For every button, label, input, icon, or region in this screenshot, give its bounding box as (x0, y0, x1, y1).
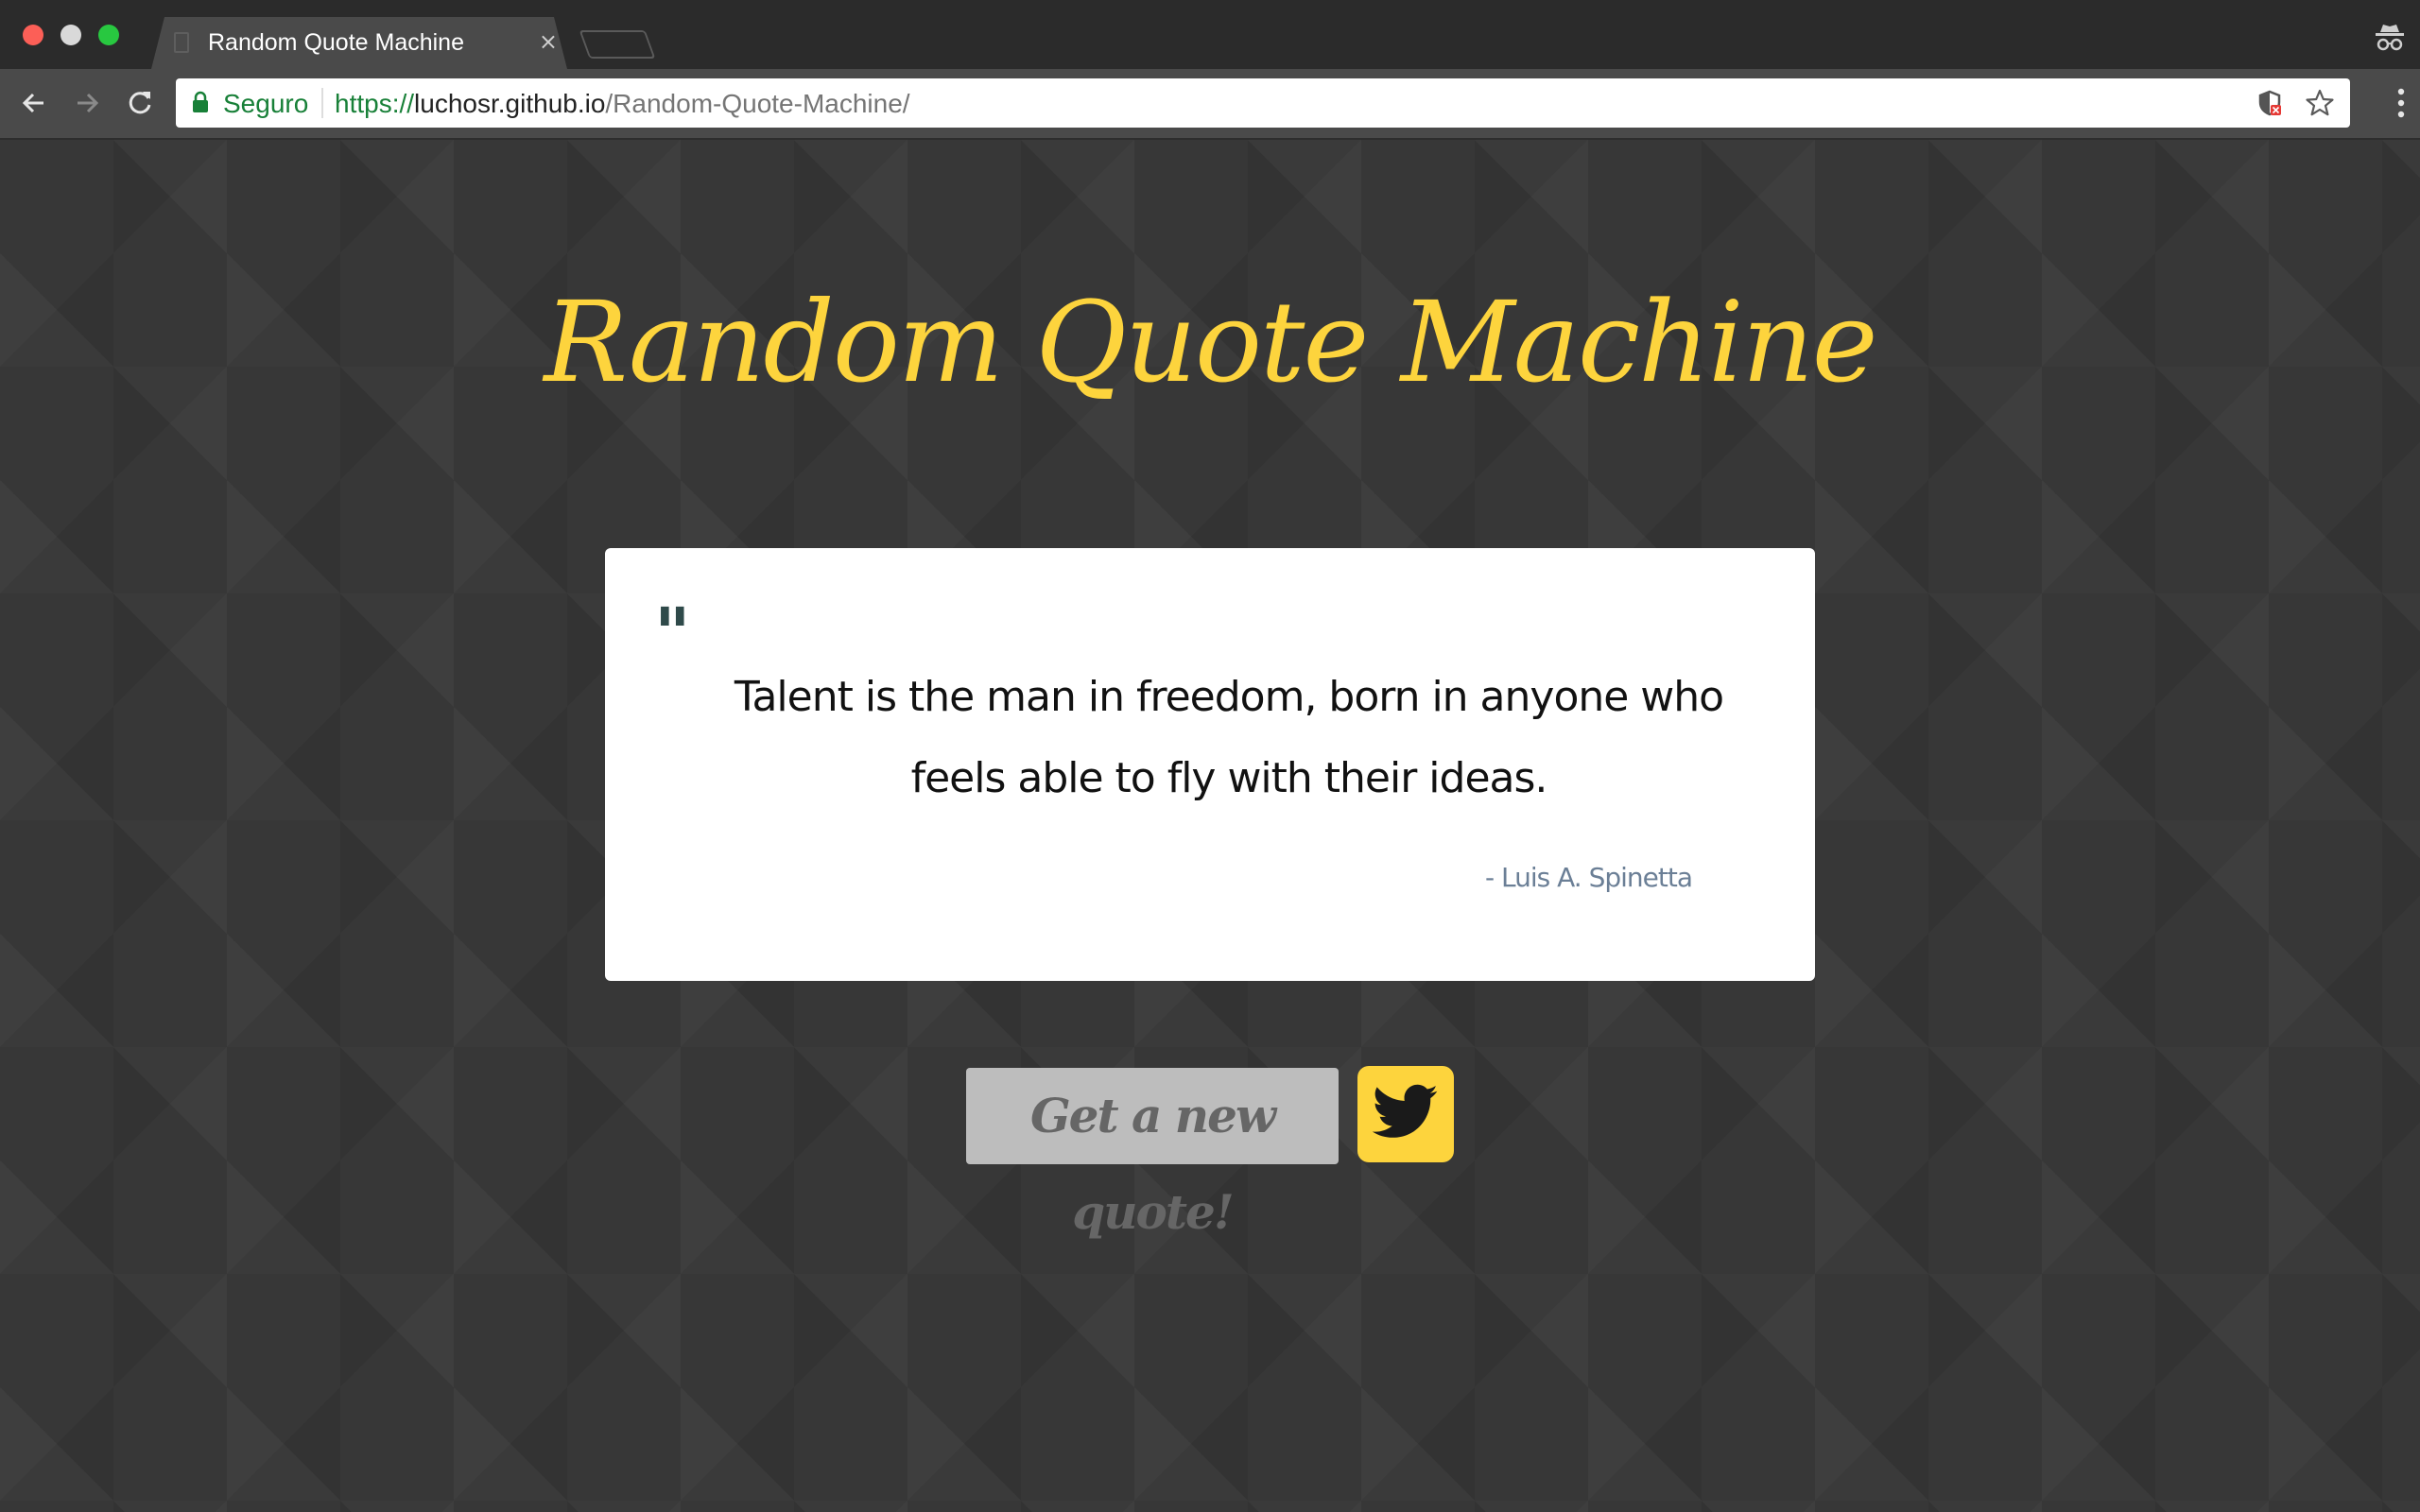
browser-toolbar: Seguro https://luchosr.github.io/Random-… (0, 69, 2420, 140)
window-minimize-button[interactable] (60, 25, 81, 45)
tab-title: Random Quote Machine (208, 29, 464, 56)
page-content: Random Quote Machine " Talent is the man… (0, 140, 2420, 1512)
tab-random-quote-machine[interactable]: Random Quote Machine × (151, 17, 567, 69)
star-icon[interactable] (2305, 88, 2335, 118)
window-maximize-button[interactable] (98, 25, 119, 45)
lock-icon (193, 91, 208, 112)
quote-card: " Talent is the man in freedom, born in … (605, 548, 1815, 981)
tab-strip: Random Quote Machine × (0, 0, 2420, 69)
quote-author: - Luis A. Spinetta (1484, 862, 1693, 893)
arrow-left-icon[interactable] (15, 84, 53, 122)
quote-text: Talent is the man in freedom, born in an… (734, 673, 1724, 802)
url-text[interactable]: https://luchosr.github.io/Random-Quote-M… (335, 89, 910, 119)
url-host: luchosr.github.io (414, 89, 606, 118)
incognito-icon (2376, 25, 2404, 51)
arrow-right-icon[interactable] (68, 84, 106, 122)
tab-close-icon[interactable]: × (539, 28, 558, 55)
tweet-button[interactable] (1357, 1066, 1454, 1162)
page-title: Random Quote Machine (544, 277, 1877, 407)
secure-label: Seguro (223, 89, 309, 118)
url-scheme: https:// (335, 89, 415, 118)
shield-icon[interactable] (2257, 90, 2282, 116)
new-quote-button[interactable]: Get a new quote! (966, 1068, 1339, 1240)
reload-icon[interactable] (121, 84, 159, 122)
new-tab-button[interactable] (579, 30, 656, 59)
window-close-button[interactable] (23, 25, 43, 45)
document-icon (174, 32, 189, 53)
browser-window: Random Quote Machine × Seguro https://lu… (0, 0, 2420, 1512)
quote-mark-icon: " (654, 593, 691, 675)
vertical-dots-icon[interactable] (2395, 84, 2407, 122)
address-bar[interactable]: Seguro https://luchosr.github.io/Random-… (176, 78, 2350, 128)
twitter-bird-icon (1373, 1084, 1438, 1138)
address-separator (321, 88, 323, 118)
url-path: /Random-Quote-Machine/ (605, 89, 910, 118)
